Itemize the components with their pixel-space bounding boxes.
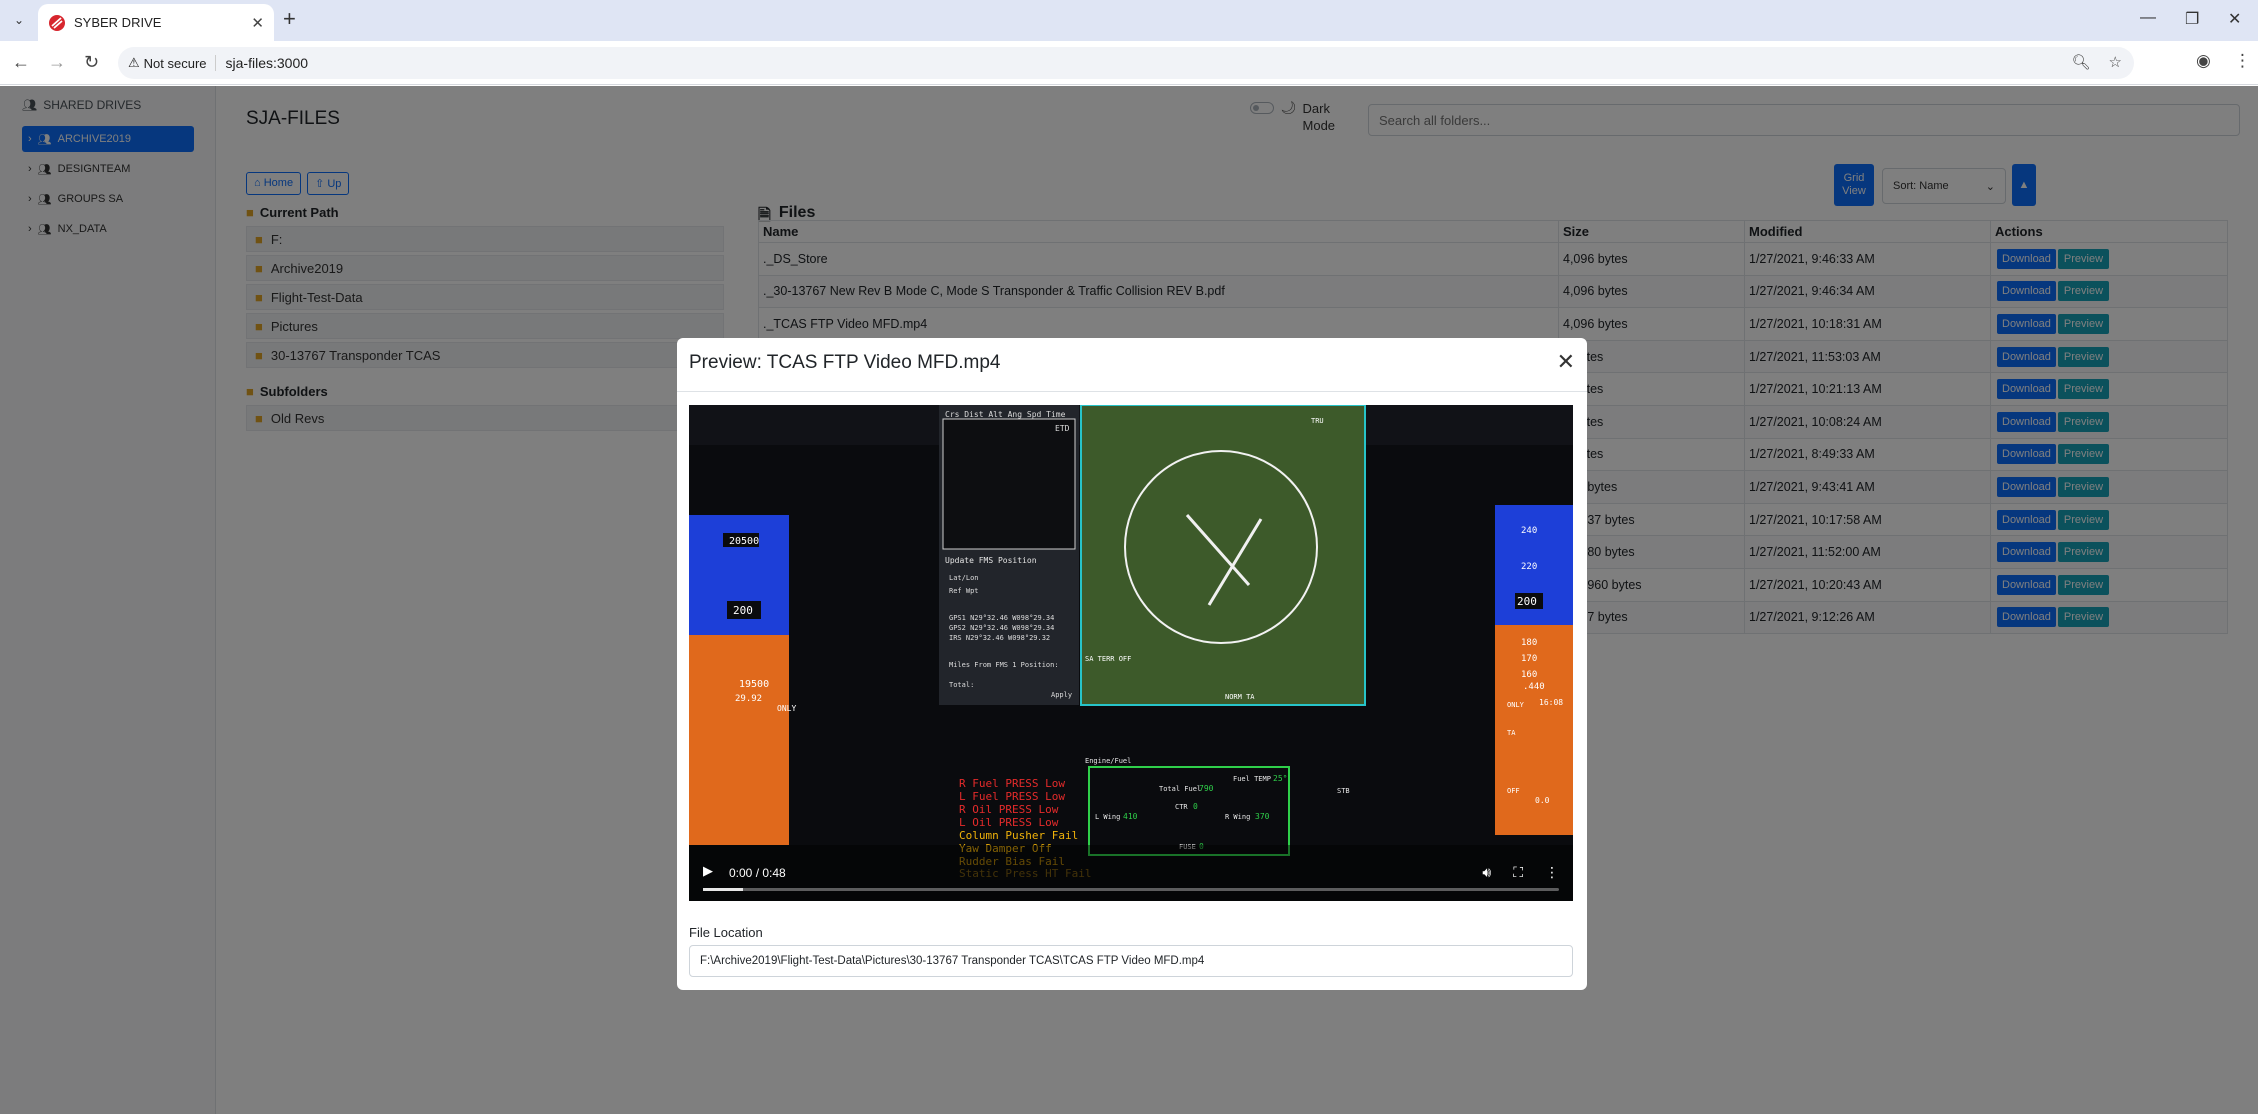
file-location-field[interactable]: [689, 945, 1573, 977]
reload-icon[interactable]: ↻: [84, 51, 99, 73]
eng-rwing-val: 370: [1255, 812, 1270, 821]
fms-total: Total:: [949, 681, 974, 689]
pfd-left-speed: 20500: [729, 536, 759, 547]
new-tab-icon[interactable]: +: [283, 8, 296, 30]
modal-title: Preview: TCAS FTP Video MFD.mp4: [689, 352, 1001, 373]
fms-line: GPS1 N29°32.46 W098°29.34: [949, 614, 1054, 622]
security-indicator[interactable]: ⚠ Not secure: [128, 55, 216, 71]
fms-line: Lat/Lon: [949, 574, 979, 582]
pfd-right-lo2: 170: [1521, 654, 1537, 664]
eng-temp: Fuel TEMP: [1233, 775, 1271, 783]
modal-close-icon[interactable]: ✕: [1557, 351, 1575, 373]
warning-icon: ⚠: [128, 55, 140, 70]
syber-drive-logo-icon: [49, 14, 65, 31]
url-text[interactable]: sja-files:3000: [226, 55, 309, 71]
fms-title: Update FMS Position: [945, 556, 1037, 565]
tab-close-icon[interactable]: ✕: [251, 14, 264, 32]
fms-miles: Miles From FMS 1 Position:: [949, 661, 1059, 669]
video-player[interactable]: 20500 200 19500 29.92 ONLY Crs Dist Alt …: [689, 405, 1573, 901]
pfd-left-baro: 29.92: [735, 694, 762, 704]
pfd-left-mode: ONLY: [777, 704, 796, 713]
cas-message: R Fuel PRESS Low: [959, 777, 1065, 790]
pfd-right-mach: .440: [1523, 682, 1545, 692]
zoom-icon[interactable]: 🔍︎: [2072, 53, 2091, 71]
cas-message: L Oil PRESS Low: [959, 816, 1059, 829]
pfd-left-alt: 19500: [739, 679, 769, 690]
volume-icon[interactable]: 🔊︎: [1482, 864, 1491, 881]
pfd-right-lo3: 160: [1521, 670, 1537, 680]
more-options-icon[interactable]: ⋮: [1545, 864, 1559, 881]
video-progress-bar[interactable]: [703, 888, 1559, 891]
cas-message: R Oil PRESS Low: [959, 803, 1059, 816]
fms-etd: ETD: [1055, 424, 1070, 433]
svg-text:200: 200: [733, 604, 753, 617]
fms-header: Crs Dist Alt Ang Spd Time: [945, 410, 1066, 419]
pfd-right-lo1: 180: [1521, 638, 1537, 648]
modal-divider: [677, 391, 1587, 392]
pfd-right-vs: 0.0: [1535, 796, 1550, 805]
pfd-right-spd-top: 240: [1521, 526, 1537, 536]
fms-line: GPS2 N29°32.46 W098°29.34: [949, 624, 1054, 632]
pfd-right-spd: 200: [1517, 595, 1537, 608]
security-label: Not secure: [143, 55, 207, 71]
preview-modal: Preview: TCAS FTP Video MFD.mp4 ✕ 20500 …: [677, 338, 1587, 990]
minimize-icon[interactable]: —: [2140, 9, 2156, 27]
eng-total: Total Fuel: [1159, 785, 1201, 793]
map-label: SA TERR OFF: [1085, 655, 1131, 663]
pfd-right-tcas: TA: [1507, 729, 1516, 737]
eng-temp-val: 25°: [1273, 774, 1287, 783]
play-icon[interactable]: ▶: [703, 863, 713, 879]
pfd-right-spd-mid: 220: [1521, 562, 1537, 572]
eng-rwing: R Wing: [1225, 813, 1250, 821]
pfd-right-off: OFF: [1507, 787, 1520, 795]
restore-icon[interactable]: ❐: [2185, 9, 2199, 29]
eng-ctr-val: 0: [1193, 802, 1198, 811]
address-bar[interactable]: ⚠ Not secure sja-files:3000 🔍︎ ☆: [118, 47, 2134, 79]
tab-search-icon[interactable]: ⌄: [8, 9, 30, 31]
eng-stb: STB: [1337, 787, 1350, 795]
fullscreen-icon[interactable]: ⛶: [1513, 864, 1523, 881]
forward-icon[interactable]: →: [48, 51, 66, 73]
video-time: 0:00 / 0:48: [729, 866, 786, 880]
browser-tab-bar: ⌄ SYBER DRIVE ✕ + — ❐ ✕: [0, 0, 2258, 41]
eng-title: Engine/Fuel: [1085, 757, 1131, 765]
eng-total-val: 790: [1199, 784, 1214, 793]
eng-lwing-val: 410: [1123, 812, 1138, 821]
cas-message: L Fuel PRESS Low: [959, 790, 1065, 803]
map-range: TRU: [1311, 417, 1324, 425]
profile-icon[interactable]: ◉: [2196, 51, 2211, 71]
pfd-right-mode: ONLY: [1507, 701, 1525, 709]
back-icon[interactable]: ←: [12, 51, 30, 73]
fms-apply: Apply: [1051, 691, 1072, 699]
cas-message: Column Pusher Fail: [959, 829, 1078, 842]
bookmark-star-icon[interactable]: ☆: [2109, 53, 2122, 71]
eng-lwing: L Wing: [1095, 813, 1120, 821]
fms-line: Ref Wpt: [949, 587, 979, 595]
tab-title: SYBER DRIVE: [74, 15, 162, 30]
pfd-right-time: 16:08: [1539, 698, 1563, 707]
map-bottom: NORM TA: [1225, 693, 1255, 701]
eng-ctr: CTR: [1175, 803, 1188, 811]
fms-line: IRS N29°32.46 W098°29.32: [949, 634, 1050, 642]
video-frame: 20500 200 19500 29.92 ONLY Crs Dist Alt …: [689, 405, 1573, 901]
browser-tab[interactable]: SYBER DRIVE ✕: [38, 4, 274, 41]
browser-menu-icon[interactable]: ⋮: [2234, 51, 2251, 71]
browser-toolbar: ← → ↻ ⚠ Not secure sja-files:3000 🔍︎ ☆ ◉…: [0, 41, 2258, 85]
file-location-label: File Location: [689, 925, 763, 940]
window-close-icon[interactable]: ✕: [2228, 9, 2241, 29]
